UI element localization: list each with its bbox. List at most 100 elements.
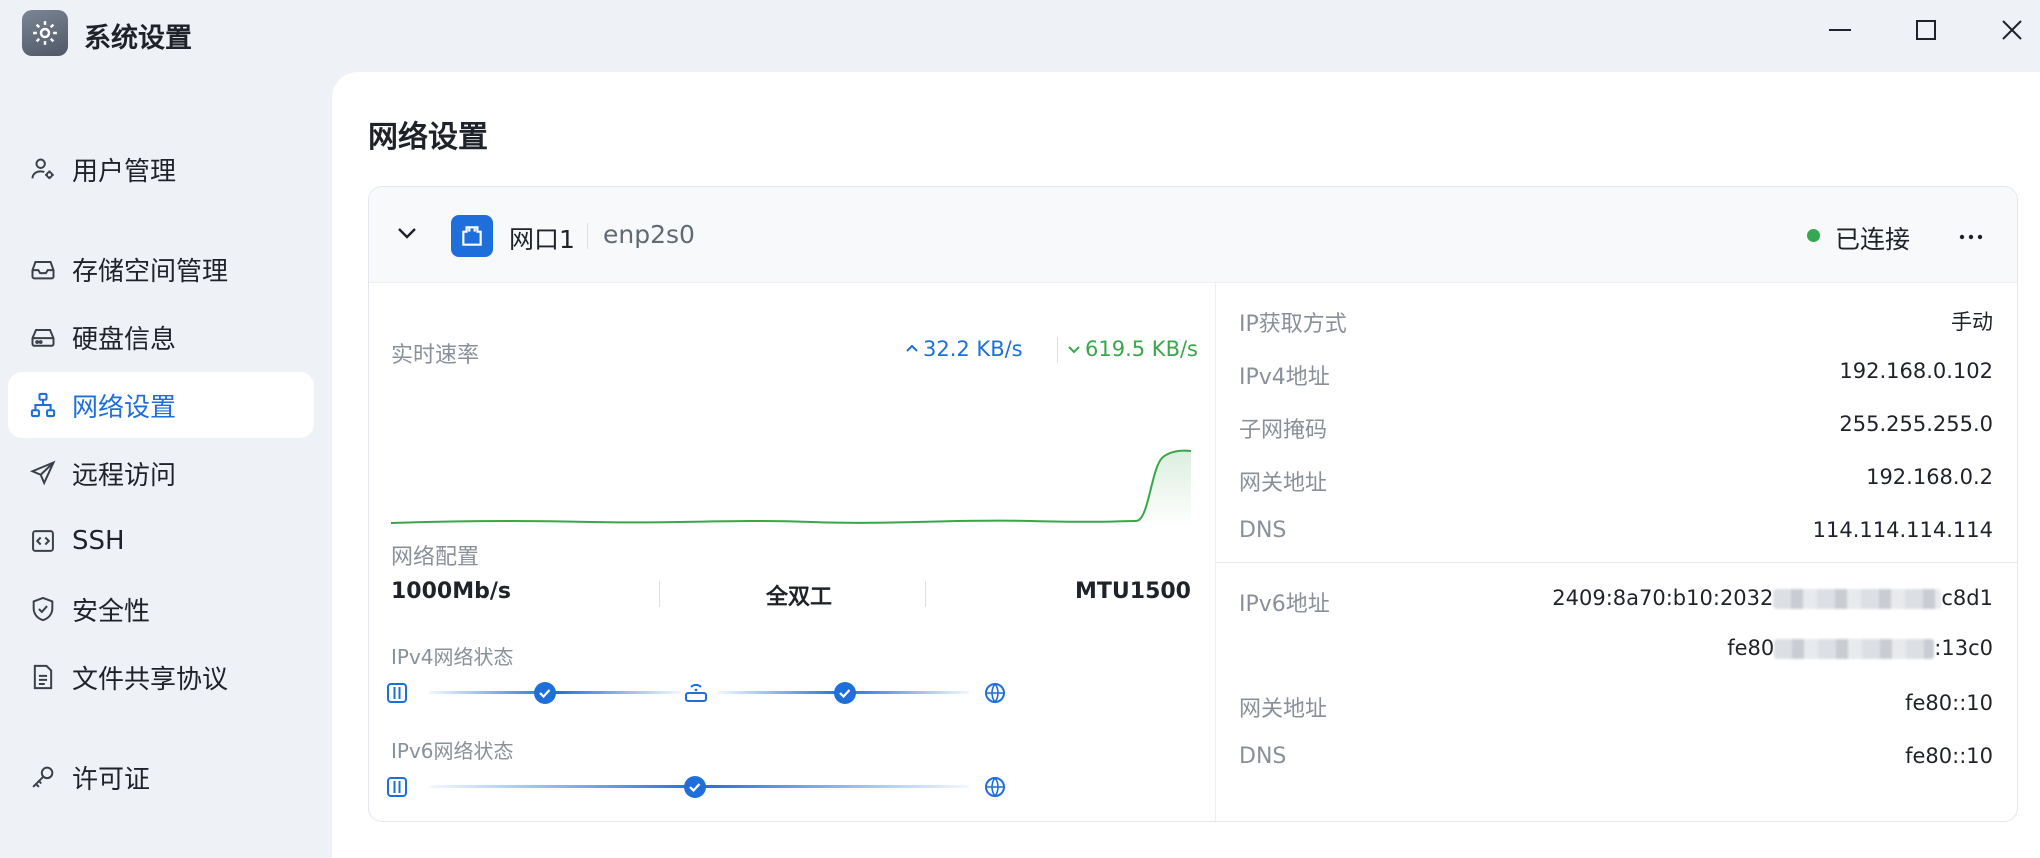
sidebar-item-label: 硬盘信息 [72,324,177,355]
ipv4-ipv6-divider [1216,562,2017,563]
sidebar-item-security[interactable]: 安全性 [8,576,314,642]
ipv6-address-suffix: :13c0 [1934,636,1993,660]
sidebar-item-label: 文件共享协议 [72,664,229,695]
network-interface-card: 网口1 enp2s0 已连接 实时速率 32.2 KB/s 619.5 KB/s… [368,186,2018,822]
redacted-blur [1773,589,1942,609]
ipv4-status-label: IPv4网络状态 [391,645,514,669]
interface-name: 网口1 [509,225,575,254]
sidebar-item-network[interactable]: 网络设置 [8,372,314,438]
config-divider [925,581,926,607]
hard-drive-icon [8,323,66,351]
sidebar-item-ssh[interactable]: SSH [8,508,314,574]
info-value: 192.168.0.102 [1839,359,1993,383]
settings-app-icon [22,10,68,56]
minimize-button[interactable] [1808,8,1872,56]
info-key: 网关地址 [1239,697,1328,722]
info-key: IPv6地址 [1239,592,1330,617]
paper-plane-icon [8,459,66,487]
speed-divider [1057,337,1058,363]
link-speed: 1000Mb/s [391,579,512,604]
info-value: 192.168.0.2 [1866,465,1993,489]
storage-tray-icon [8,255,66,283]
sidebar-item-label: 远程访问 [72,460,177,491]
info-value: 2409:8a70:b10:2032 c8d1 [1552,586,1993,610]
nas-device-icon [387,683,407,703]
info-row-ipv6-link-local: fe80 :13c0 [1239,636,1993,672]
check-circle-icon [684,776,706,798]
close-button[interactable] [1980,8,2040,56]
info-key: DNS [1239,744,1287,769]
sidebar-item-file-sharing[interactable]: 文件共享协议 [8,644,314,710]
info-row-gateway: 网关地址 192.168.0.2 [1239,465,1993,501]
ipv6-address-suffix: c8d1 [1941,586,1993,610]
ipv6-status-label: IPv6网络状态 [391,739,514,763]
realtime-speed-chart [391,449,1191,527]
interface-header: 网口1 enp2s0 已连接 [369,187,2017,283]
sidebar-item-storage[interactable]: 存储空间管理 [8,236,314,302]
info-key: 网关地址 [1239,471,1328,496]
collapse-button[interactable] [389,217,425,253]
maximize-icon [1915,19,1937,45]
info-row-ip-method: IP获取方式 手动 [1239,306,1993,342]
sidebar-item-remote-access[interactable]: 远程访问 [8,440,314,506]
realtime-speed-label: 实时速率 [391,343,480,368]
download-speed-value: 619.5 KB/s [1085,337,1198,361]
ethernet-port-icon [451,215,493,257]
minimize-icon [1827,17,1853,47]
info-value: 114.114.114.114 [1812,518,1993,542]
header-divider [587,223,588,249]
network-topology-icon [8,391,66,419]
network-config-label: 网络配置 [391,545,480,570]
more-horizontal-icon [1959,226,1983,245]
info-value: fe80 :13c0 [1727,636,1993,660]
info-row-dns: DNS 114.114.114.114 [1239,518,1993,554]
user-settings-icon [8,155,66,183]
ipv4-status-path [387,682,1005,704]
arrow-down-icon [1067,337,1081,361]
title-bar: 系统设置 [0,0,2040,68]
check-circle-icon [834,682,856,704]
upload-speed: 32.2 KB/s [905,337,1023,361]
download-speed: 619.5 KB/s [1067,337,1198,361]
arrow-up-icon [905,337,919,361]
mtu-value: MTU1500 [1075,579,1191,604]
router-icon [685,683,707,702]
sidebar-item-disk-info[interactable]: 硬盘信息 [8,304,314,370]
globe-icon [985,683,1005,703]
ipv6-status-path [387,776,1005,798]
window-title: 系统设置 [84,23,192,54]
info-key: 子网掩码 [1239,418,1328,443]
nas-device-icon [387,777,407,797]
more-options-button[interactable] [1949,217,1993,253]
sidebar-item-label: 安全性 [72,596,151,627]
info-key: IP获取方式 [1239,312,1347,337]
interface-device: enp2s0 [603,220,695,249]
download-area [391,450,1191,527]
connection-status: 已连接 [1835,225,1911,254]
shield-check-icon [8,595,66,623]
info-key: DNS [1239,518,1287,543]
key-icon [8,763,66,791]
sidebar-item-label: 网络设置 [72,392,177,423]
ipv6-address-prefix: 2409:8a70:b10:2032 [1552,586,1774,610]
download-line [391,449,1191,524]
sidebar-item-license[interactable]: 许可证 [8,744,314,810]
sidebar-item-user-management[interactable]: 用户管理 [8,136,314,202]
redacted-blur [1774,639,1935,659]
upload-speed-value: 32.2 KB/s [923,337,1023,361]
chevron-down-icon [395,221,419,249]
ipv6-address-prefix: fe80 [1727,636,1775,660]
info-row-ipv6-gateway: 网关地址 fe80::10 [1239,691,1993,727]
info-row-ipv6-dns: DNS fe80::10 [1239,744,1993,780]
info-value: fe80::10 [1905,691,1993,715]
info-row-subnet-mask: 子网掩码 255.255.255.0 [1239,412,1993,448]
sidebar: 用户管理 存储空间管理 硬盘信息 网络设置 远程访问 SSH 安全性 文件共享协… [0,68,330,858]
sidebar-item-label: 许可证 [72,764,151,795]
globe-icon [985,777,1005,797]
maximize-button[interactable] [1894,8,1958,56]
info-row-ipv4-address: IPv4地址 192.168.0.102 [1239,359,1993,395]
connection-status-dot [1807,229,1820,242]
sidebar-item-label: 用户管理 [72,156,177,187]
config-divider [659,581,660,607]
sidebar-item-label: 存储空间管理 [72,256,229,287]
